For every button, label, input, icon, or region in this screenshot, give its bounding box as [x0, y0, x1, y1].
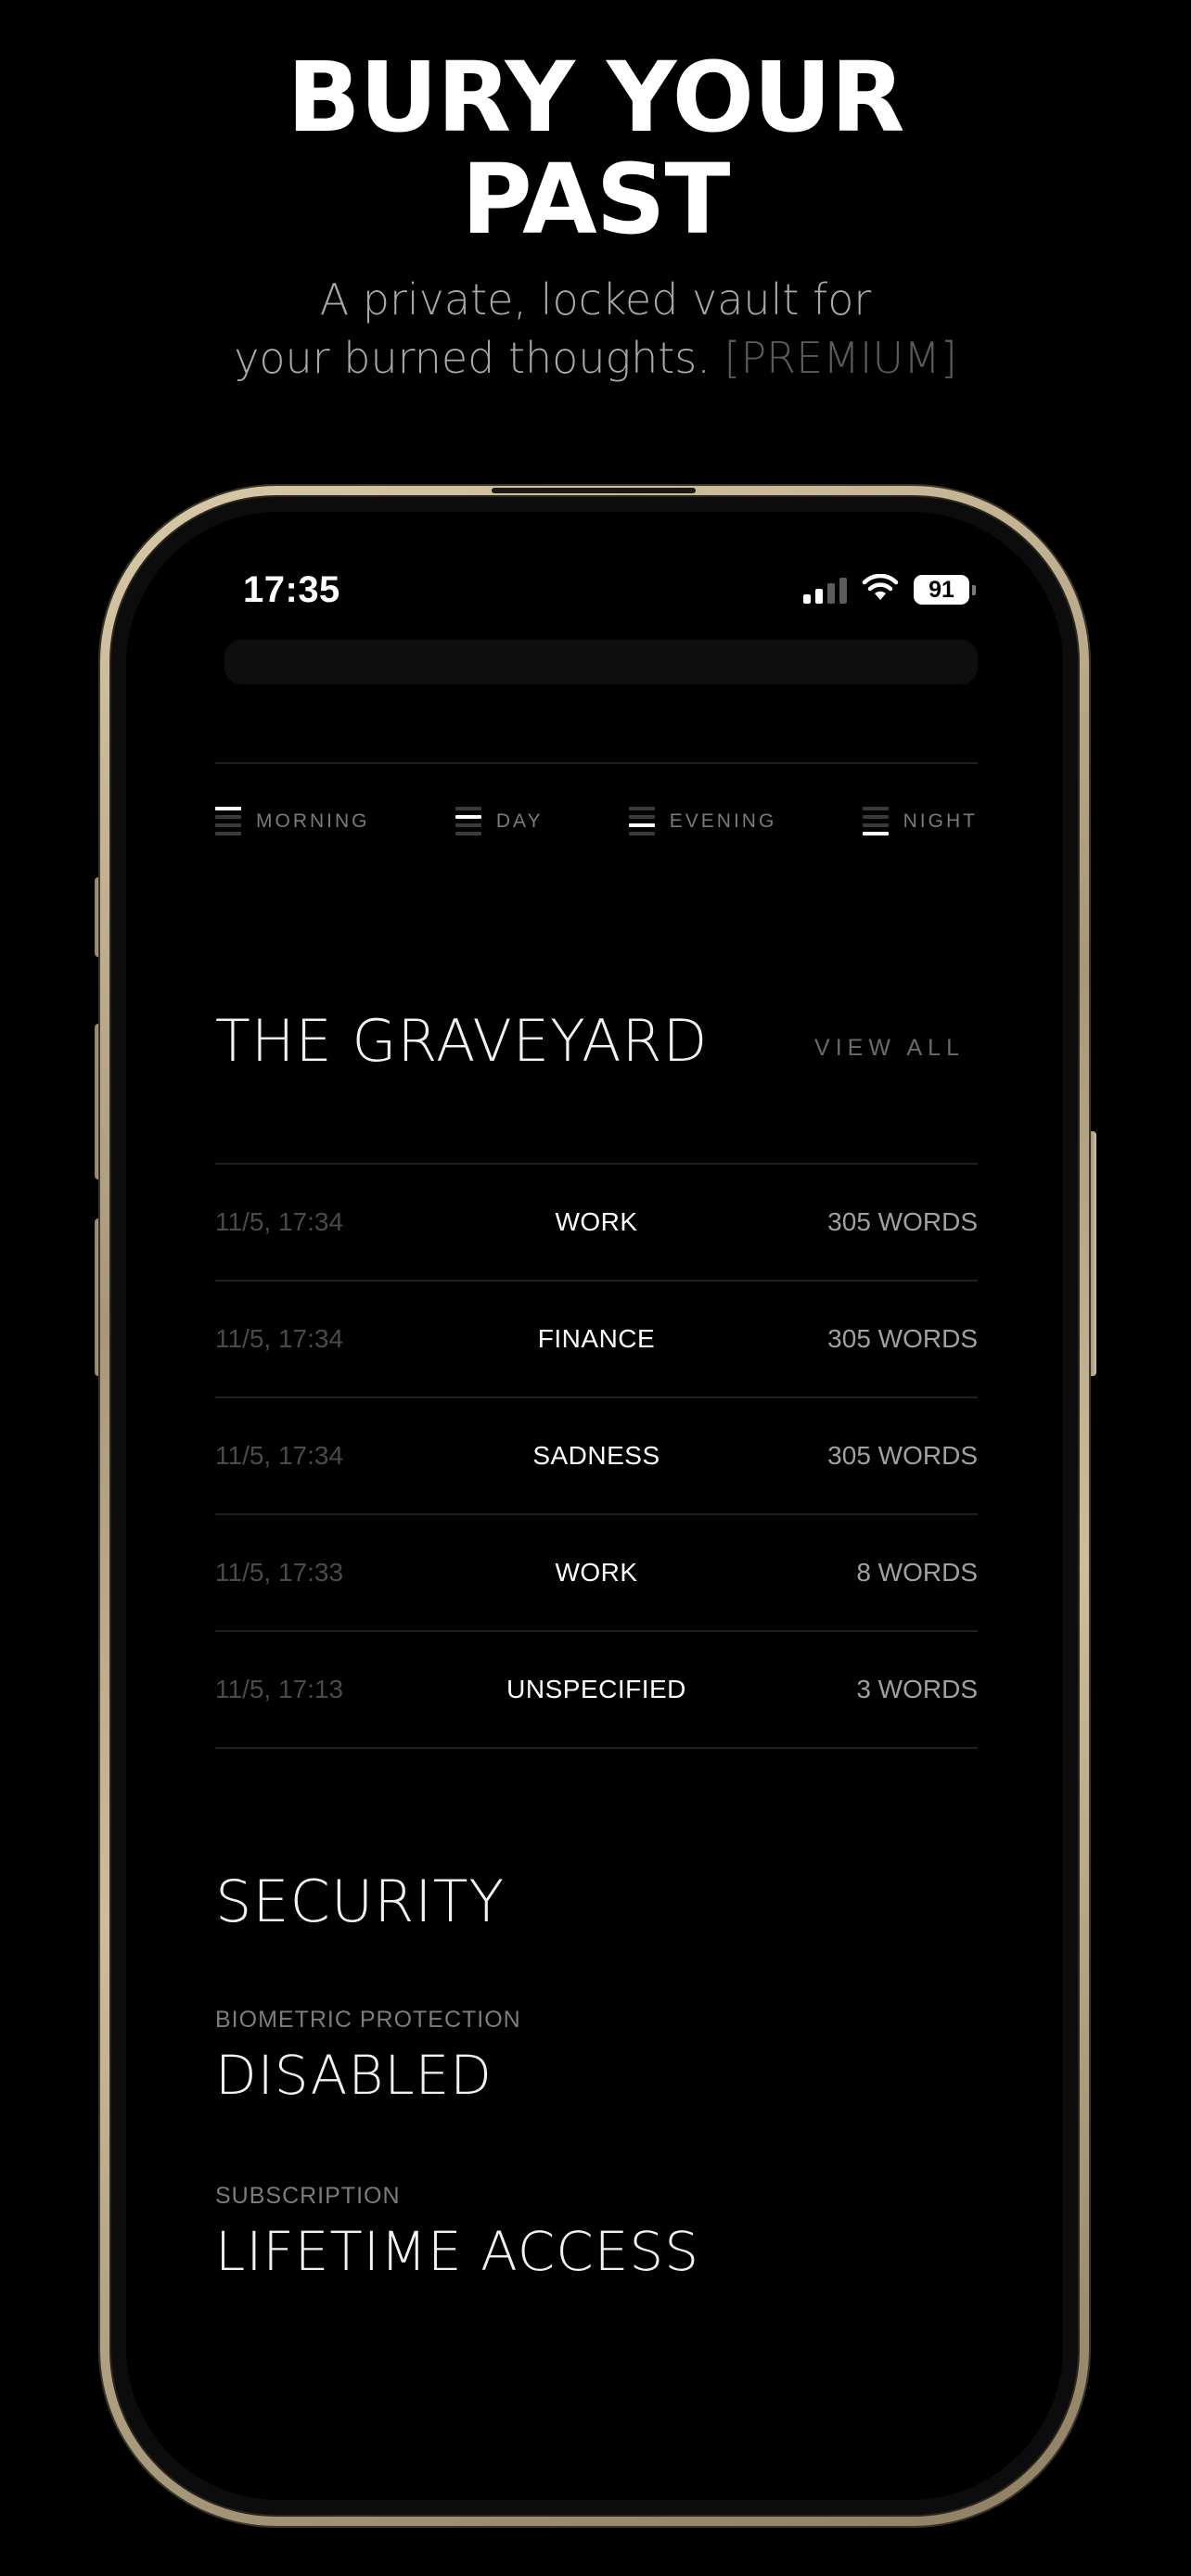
time-of-day-filter: MORNING DAY EVENING NIGHT	[215, 807, 978, 835]
biometric-label: BIOMETRIC PROTECTION	[215, 2007, 521, 2033]
list-item[interactable]: 11/5, 17:34 FINANCE 305 WORDS	[215, 1282, 978, 1398]
filter-morning-label: MORNING	[256, 810, 370, 832]
battery-icon: 91	[914, 575, 976, 605]
promo-subheadline-text: your burned thoughts.	[234, 333, 711, 383]
promo-subheadline-line1: A private, locked vault for	[319, 274, 872, 325]
entry-date: 11/5, 17:34	[215, 1441, 344, 1470]
entry-date: 11/5, 17:13	[215, 1675, 344, 1703]
promo-headline-line1: BURY YOUR	[287, 41, 904, 154]
entry-category: UNSPECIFIED	[506, 1675, 686, 1703]
top-divider	[215, 762, 978, 764]
subscription-value[interactable]: LIFETIME ACCESS	[215, 2220, 699, 2283]
day-bars-icon	[455, 807, 481, 835]
entry-category: WORK	[555, 1207, 638, 1236]
security-title: SECURITY	[215, 1868, 506, 1935]
entry-date: 11/5, 17:34	[215, 1324, 344, 1353]
filter-evening-label: EVENING	[669, 810, 777, 832]
list-item[interactable]: 11/5, 17:33 WORK 8 WORDS	[215, 1515, 978, 1632]
entry-date: 11/5, 17:34	[215, 1207, 344, 1236]
entry-category: FINANCE	[537, 1324, 656, 1353]
entry-category: SADNESS	[532, 1441, 660, 1470]
entry-date: 11/5, 17:33	[215, 1558, 344, 1587]
list-item[interactable]: 11/5, 17:13 UNSPECIFIED 3 WORDS	[215, 1632, 978, 1749]
promo-headline-line2: PAST	[461, 143, 730, 256]
entry-word-count: 3 WORDS	[856, 1675, 978, 1703]
view-all-link[interactable]: VIEW ALL	[814, 1035, 965, 1062]
promo-headline: BURY YOUR PAST	[0, 46, 1191, 250]
filter-night-label: NIGHT	[903, 810, 978, 832]
filter-day-label: DAY	[495, 810, 544, 832]
entry-word-count: 305 WORDS	[827, 1441, 978, 1470]
filter-day[interactable]: DAY	[455, 807, 544, 835]
graveyard-list: 11/5, 17:34 WORK 305 WORDS 11/5, 17:34 F…	[215, 1165, 978, 1749]
entry-category: WORK	[555, 1558, 638, 1587]
phone-bezel: 17:35 91 MORNING DAY EVENING NIGHT THE G…	[109, 495, 1080, 2517]
phone-frame: 17:35 91 MORNING DAY EVENING NIGHT THE G…	[100, 486, 1089, 2526]
filter-evening[interactable]: EVENING	[628, 807, 777, 835]
filter-night[interactable]: NIGHT	[862, 807, 978, 835]
phone-screen: 17:35 91 MORNING DAY EVENING NIGHT THE G…	[126, 512, 1063, 2500]
promo-subheadline-line2: your burned thoughts. [PREMIUM]	[0, 329, 1191, 388]
phone-speaker-grille	[492, 488, 696, 493]
filter-morning[interactable]: MORNING	[215, 807, 370, 835]
wifi-icon	[862, 573, 899, 606]
biometric-toggle[interactable]: DISABLED	[215, 2044, 493, 2107]
morning-bars-icon	[215, 807, 241, 835]
subscription-label: SUBSCRIPTION	[215, 2183, 401, 2209]
status-time: 17:35	[243, 569, 340, 610]
entry-word-count: 305 WORDS	[827, 1207, 978, 1236]
scrolled-header-fade	[224, 640, 978, 684]
signal-icon	[803, 576, 847, 604]
premium-badge: [PREMIUM]	[724, 333, 957, 383]
evening-bars-icon	[628, 807, 655, 835]
entry-word-count: 305 WORDS	[827, 1324, 978, 1353]
list-item[interactable]: 11/5, 17:34 SADNESS 305 WORDS	[215, 1398, 978, 1515]
graveyard-title: THE GRAVEYARD	[215, 1007, 709, 1075]
list-item[interactable]: 11/5, 17:34 WORK 305 WORDS	[215, 1165, 978, 1282]
status-icons: 91	[803, 573, 976, 606]
entry-word-count: 8 WORDS	[856, 1558, 978, 1587]
night-bars-icon	[862, 807, 889, 835]
promo-subheadline: A private, locked vault for your burned …	[0, 271, 1191, 388]
